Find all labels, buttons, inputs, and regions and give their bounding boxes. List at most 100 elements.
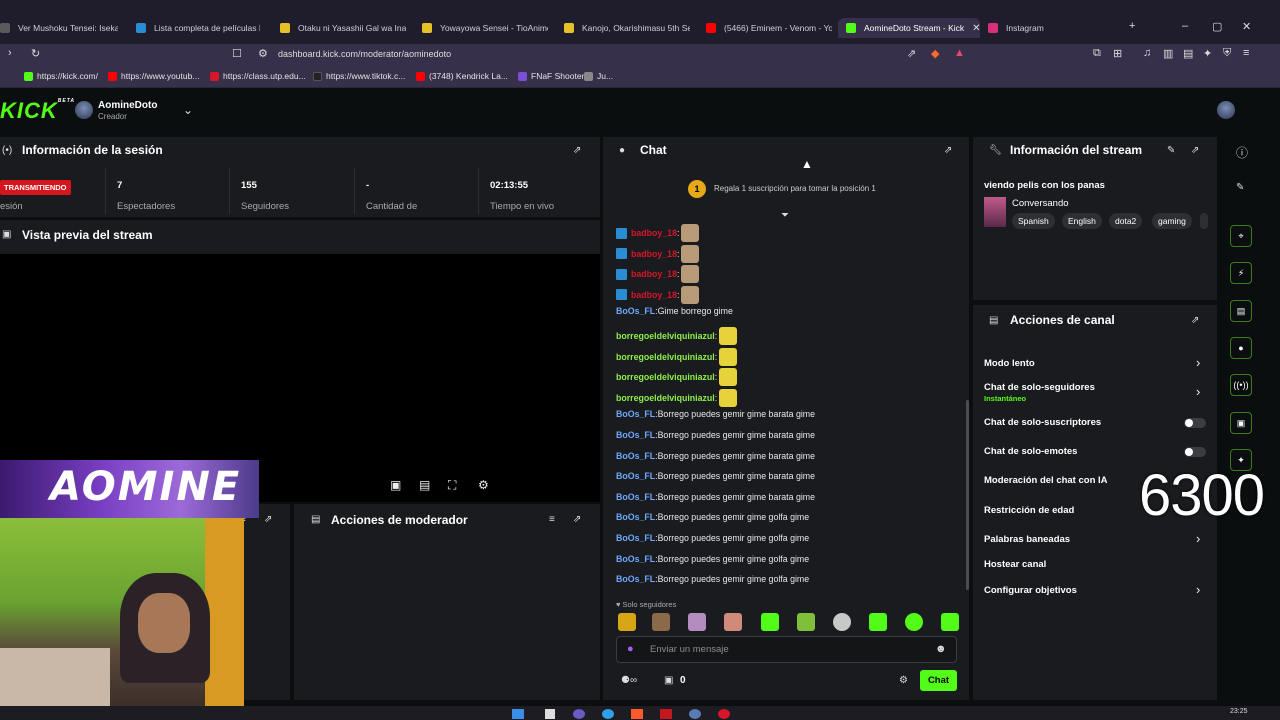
search-icon[interactable] <box>545 709 555 719</box>
slow-mode[interactable]: Modo lento <box>984 358 1035 369</box>
mic-icon[interactable]: ● <box>627 643 634 655</box>
bookmark-item[interactable]: https://class.utp.edu... <box>210 71 306 81</box>
browser-tab[interactable]: Instagram <box>988 18 1108 38</box>
pinned-icon[interactable]: ⏷ <box>781 210 789 221</box>
popout-icon[interactable]: ⇗ <box>573 514 581 525</box>
bookmark-item[interactable]: (3748) Kendrick La... <box>416 71 508 81</box>
infinity-icon[interactable]: ⚈∞ <box>621 675 637 686</box>
popout-icon[interactable]: ⇗ <box>264 514 272 525</box>
age-restriction[interactable]: Restricción de edad <box>984 505 1074 516</box>
edit-icon[interactable]: ✎ <box>1236 182 1244 193</box>
browser-tab-active[interactable]: AomineDoto Stream - Kick ✕ <box>838 18 980 38</box>
sidebar-icon[interactable]: ▥ <box>1163 47 1173 60</box>
chat-username[interactable]: BoOs_FL <box>616 533 655 543</box>
chat-message[interactable]: badboy_18: <box>616 285 700 304</box>
emote-icon[interactable] <box>724 613 742 631</box>
chat-username[interactable]: borregoeldelviquiniazul <box>616 393 715 403</box>
windows-start-icon[interactable] <box>512 709 524 719</box>
chat-message[interactable]: BoOs_FL: Borrego puedes gemir gime barat… <box>616 430 815 440</box>
bookmark-item[interactable]: https://kick.com/ <box>24 71 98 81</box>
user-avatar[interactable] <box>75 101 93 119</box>
chat-scrollbar[interactable] <box>966 400 969 590</box>
brave-icon[interactable] <box>631 709 643 719</box>
emoji-icon[interactable]: ☻ <box>935 643 947 655</box>
host-channel[interactable]: Hostear canal <box>984 559 1046 570</box>
filter-icon[interactable]: ≡ <box>549 514 555 525</box>
emote-icon[interactable] <box>618 613 636 631</box>
chat-message[interactable]: BoOs_FL: Borrego puedes gemir gime golfa… <box>616 574 809 584</box>
chat-message[interactable]: borregoeldelviquiniazul: <box>616 368 738 387</box>
chat-username[interactable]: BoOs_FL <box>616 409 655 419</box>
rail-lightning-button[interactable]: ⚡︎ <box>1230 262 1252 284</box>
followers-only-chat[interactable]: Chat de solo-seguidores <box>984 382 1095 393</box>
popout-icon[interactable]: ⇗ <box>573 145 581 156</box>
category-name[interactable]: Conversando <box>1012 198 1069 209</box>
rail-camera-button[interactable]: ⌖ <box>1230 225 1252 247</box>
browser-tab[interactable]: Ver Mushoku Tensei: Isekai Itta <box>0 18 118 38</box>
discord-icon[interactable] <box>573 709 585 719</box>
chat-message[interactable]: badboy_18: <box>616 224 700 242</box>
popout-icon[interactable]: ⇗ <box>944 145 952 156</box>
popout-icon[interactable]: ⇗ <box>1191 145 1199 156</box>
edit-icon[interactable]: ✎ <box>1167 145 1175 156</box>
chat-message[interactable]: BoOs_FL: Borrego puedes gemir gime golfa… <box>616 533 809 543</box>
chat-username[interactable]: BoOs_FL <box>616 492 655 502</box>
brave-shield-icon[interactable]: ◆ <box>931 47 939 60</box>
bookmark-item[interactable]: FNaF Shooter <box>518 71 584 81</box>
share-icon[interactable]: ⇗ <box>907 47 916 60</box>
chat-username[interactable]: BoOs_FL <box>616 574 655 584</box>
chat-username[interactable]: borregoeldelviquiniazul <box>616 352 715 362</box>
chat-message[interactable]: BoOs_FL: Borrego puedes gemir gime golfa… <box>616 554 809 564</box>
chat-username[interactable]: badboy_18 <box>631 249 677 259</box>
tab-search-icon[interactable]: ⊞ <box>1113 47 1122 60</box>
profile-avatar[interactable] <box>1217 101 1235 119</box>
theater-icon[interactable]: ▤ <box>419 478 430 492</box>
maximize-icon[interactable]: ▢ <box>1212 20 1222 33</box>
banned-words[interactable]: Palabras baneadas <box>984 534 1070 545</box>
dota-icon[interactable] <box>660 709 672 719</box>
browser-tab[interactable]: Lista completa de películas Pag <box>136 18 260 38</box>
ai-moderation[interactable]: Moderación del chat con IA <box>984 475 1108 486</box>
chat-message[interactable]: borregoeldelviquiniazul: <box>616 388 738 407</box>
chat-message[interactable]: BoOs_FL: Gime borrego gime <box>616 306 733 316</box>
miniplayer-icon[interactable]: ▣ <box>390 478 401 492</box>
app-icon[interactable] <box>718 709 730 719</box>
chevron-right-icon[interactable]: › <box>1196 582 1200 597</box>
info-icon[interactable]: ⓘ <box>1236 144 1248 161</box>
gift-icon[interactable]: ▣ <box>664 675 673 686</box>
chat-username[interactable]: badboy_18 <box>631 228 677 238</box>
category-thumbnail[interactable] <box>984 197 1006 227</box>
site-info-icon[interactable]: ⚙ <box>258 47 268 60</box>
back-icon[interactable]: › <box>8 47 12 59</box>
chat-username[interactable]: borregoeldelviquiniazul <box>616 372 715 382</box>
chat-input[interactable]: ● Enviar un mensaje ☻ <box>616 636 957 663</box>
gift-banner[interactable]: Regala 1 suscripción para tomar la posic… <box>714 184 876 193</box>
extensions-icon[interactable]: ⧉ <box>1093 47 1101 60</box>
chat-username[interactable]: BoOs_FL <box>616 306 655 316</box>
brave-rewards-icon[interactable]: ▲ <box>954 47 965 59</box>
chat-username[interactable]: BoOs_FL <box>616 430 655 440</box>
settings-icon[interactable]: ⚙ <box>478 478 489 492</box>
chat-message[interactable]: BoOs_FL: Borrego puedes gemir gime golfa… <box>616 512 809 522</box>
rail-mod-button[interactable]: ▣ <box>1230 412 1252 434</box>
steam-icon[interactable] <box>689 709 701 719</box>
chat-message[interactable]: borregoeldelviquiniazul: <box>616 347 738 366</box>
chat-username[interactable]: badboy_18 <box>631 269 677 279</box>
browser-tab[interactable]: (5466) Eminem - Venom - YouT <box>706 18 832 38</box>
emote-icon[interactable] <box>797 613 815 631</box>
chat-username[interactable]: BoOs_FL <box>616 512 655 522</box>
subs-only-toggle[interactable] <box>1184 418 1206 428</box>
chat-username[interactable]: borregoeldelviquiniazul <box>616 331 715 341</box>
emote-icon[interactable] <box>652 613 670 631</box>
channel-name[interactable]: AomineDoto <box>98 100 157 111</box>
chevron-right-icon[interactable]: › <box>1196 384 1200 399</box>
wallet-icon[interactable]: ▤ <box>1183 47 1193 60</box>
chat-message[interactable]: badboy_18: <box>616 244 700 263</box>
emote-icon[interactable] <box>941 613 959 631</box>
rail-chat-button[interactable]: ● <box>1230 337 1252 359</box>
chat-message[interactable]: BoOs_FL: Borrego puedes gemir gime barat… <box>616 471 815 481</box>
fullscreen-icon[interactable]: ⛶ <box>448 478 456 493</box>
chat-message[interactable]: borregoeldelviquiniazul: <box>616 327 738 345</box>
chat-message[interactable]: BoOs_FL: Borrego puedes gemir gime barat… <box>616 451 815 461</box>
browser-tab[interactable]: Otaku ni Yasashii Gal wa Inai!? <box>280 18 406 38</box>
